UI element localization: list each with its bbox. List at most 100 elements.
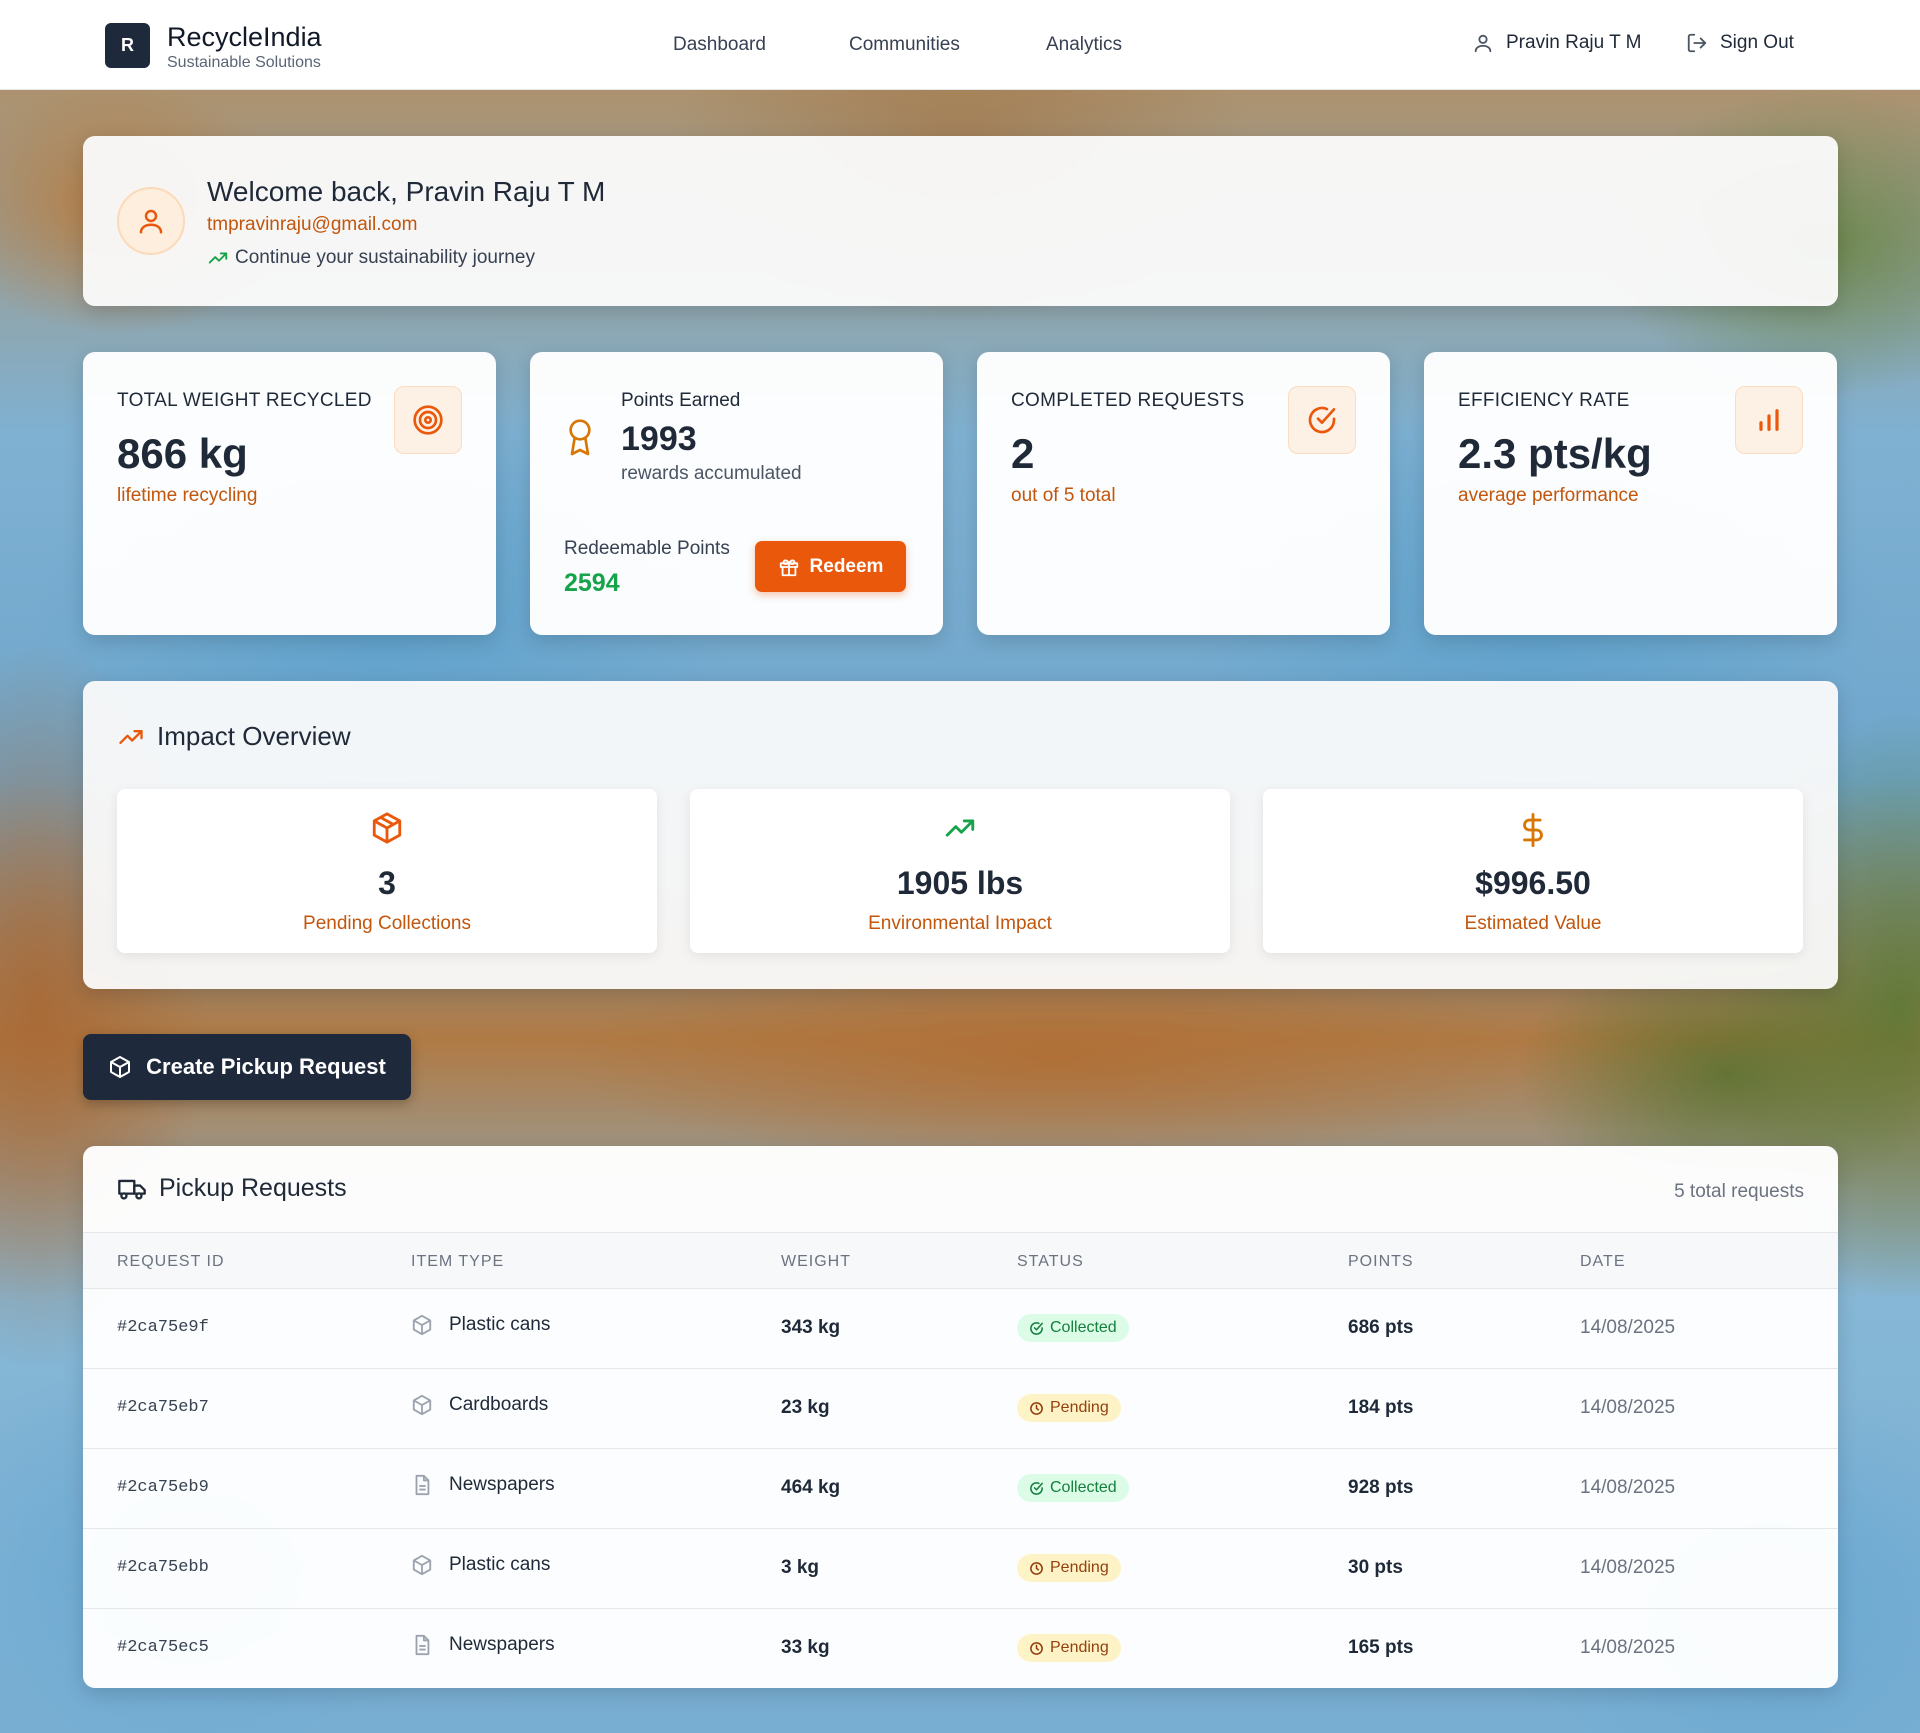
bar-chart-icon xyxy=(1735,386,1803,454)
trending-up-icon xyxy=(690,811,1230,845)
nav-dashboard[interactable]: Dashboard xyxy=(673,34,766,56)
trending-up-icon xyxy=(208,252,228,264)
impact-label: Estimated Value xyxy=(1464,913,1602,934)
check-circle-icon xyxy=(1030,1321,1043,1335)
document-icon xyxy=(415,1634,430,1656)
user-icon xyxy=(1474,34,1492,53)
column-header[interactable]: STATUS xyxy=(1017,1253,1084,1271)
redeem-label: Redeem xyxy=(809,555,884,577)
item-type: Cardboards xyxy=(411,1394,548,1416)
user-menu[interactable]: Pravin Raju T M xyxy=(1472,32,1642,54)
column-header[interactable]: DATE xyxy=(1580,1253,1625,1271)
date: 14/08/2025 xyxy=(1580,1477,1676,1498)
impact-heading: Impact Overview xyxy=(117,721,351,752)
points: 184 pts xyxy=(1348,1397,1414,1418)
request-id: #2ca75ec5 xyxy=(117,1638,209,1657)
package-icon xyxy=(412,1554,432,1576)
sign-out-button[interactable]: Sign Out xyxy=(1686,32,1794,54)
stat-card-completed: COMPLETED REQUESTS 2 out of 5 total xyxy=(977,352,1390,635)
impact-title: Impact Overview xyxy=(157,721,351,751)
clock-icon xyxy=(1030,1641,1043,1655)
date: 14/08/2025 xyxy=(1580,1397,1676,1418)
status-badge: Collected xyxy=(1017,1474,1129,1502)
item-type: Plastic cans xyxy=(411,1314,550,1336)
stat-sub: out of 5 total xyxy=(1011,485,1116,506)
item-type-label: Cardboards xyxy=(449,1394,549,1415)
create-button-label: Create Pickup Request xyxy=(146,1054,386,1079)
points-sub: rewards accumulated xyxy=(621,463,802,484)
item-type: Newspapers xyxy=(411,1474,555,1496)
date: 14/08/2025 xyxy=(1580,1637,1676,1658)
user-icon xyxy=(139,209,163,234)
points: 686 pts xyxy=(1348,1317,1414,1338)
item-type-label: Newspapers xyxy=(449,1474,555,1495)
column-header[interactable]: REQUEST ID xyxy=(117,1253,225,1271)
request-id: #2ca75e9f xyxy=(117,1318,209,1337)
impact-tile-environment: 1905 lbs Environmental Impact xyxy=(690,789,1230,953)
status-label: Collected xyxy=(1050,1479,1117,1496)
gift-icon xyxy=(779,559,798,576)
item-type-label: Plastic cans xyxy=(449,1554,551,1575)
journey-line: Continue your sustainability journey xyxy=(207,247,535,269)
status-label: Pending xyxy=(1050,1639,1109,1656)
table-row[interactable]: #2ca75ec5 Newspapers 33 kg Pending 165 p… xyxy=(83,1609,1838,1688)
weight: 343 kg xyxy=(781,1317,841,1338)
impact-value: 1905 lbs xyxy=(896,865,1024,901)
table-row[interactable]: #2ca75eb7 Cardboards 23 kg Pending 184 p… xyxy=(83,1369,1838,1449)
brand-name[interactable]: RecycleIndia xyxy=(167,22,322,53)
impact-value: 3 xyxy=(378,865,396,901)
stat-label: EFFICIENCY RATE xyxy=(1458,390,1630,411)
weight: 33 kg xyxy=(781,1637,830,1658)
package-icon xyxy=(117,811,657,845)
package-icon xyxy=(412,1394,432,1416)
journey-text: Continue your sustainability journey xyxy=(235,247,535,268)
impact-tile-pending: 3 Pending Collections xyxy=(117,789,657,953)
welcome-title: Welcome back, Pravin Raju T M xyxy=(207,176,606,207)
column-header[interactable]: WEIGHT xyxy=(781,1253,851,1271)
stat-value: 2.3 pts/kg xyxy=(1458,430,1652,477)
check-circle-icon xyxy=(1030,1481,1043,1495)
sign-out-icon xyxy=(1687,33,1707,53)
status-badge: Pending xyxy=(1017,1554,1121,1582)
table-row[interactable]: #2ca75eb9 Newspapers 464 kg Collected 92… xyxy=(83,1449,1838,1529)
redeemable-value: 2594 xyxy=(564,569,620,597)
weight: 464 kg xyxy=(781,1477,841,1498)
column-header[interactable]: ITEM TYPE xyxy=(411,1253,504,1271)
table-row[interactable]: #2ca75ebb Plastic cans 3 kg Pending 30 p… xyxy=(83,1529,1838,1609)
stat-label: COMPLETED REQUESTS xyxy=(1011,390,1245,411)
award-icon xyxy=(564,418,596,463)
requests-total: 5 total requests xyxy=(1674,1181,1804,1202)
impact-label: Environmental Impact xyxy=(868,913,1052,934)
trending-up-icon xyxy=(119,729,143,744)
stat-label: TOTAL WEIGHT RECYCLED xyxy=(117,390,372,411)
request-id: #2ca75eb9 xyxy=(117,1478,209,1497)
weight: 23 kg xyxy=(781,1397,830,1418)
brand-tagline: Sustainable Solutions xyxy=(167,54,321,71)
points: 30 pts xyxy=(1348,1557,1403,1578)
requests-heading: Pickup Requests xyxy=(117,1174,347,1203)
clock-icon xyxy=(1030,1401,1043,1415)
status-badge: Collected xyxy=(1017,1314,1129,1342)
impact-label: Pending Collections xyxy=(303,913,471,934)
nav-analytics[interactable]: Analytics xyxy=(1046,34,1122,56)
table-header: REQUEST ID ITEM TYPE WEIGHT STATUS POINT… xyxy=(83,1232,1838,1289)
create-pickup-request-button[interactable]: Create Pickup Request xyxy=(83,1034,411,1100)
impact-overview-card: Impact Overview 3 Pending Collections 19… xyxy=(83,681,1838,989)
stat-card-weight: TOTAL WEIGHT RECYCLED 866 kg lifetime re… xyxy=(83,352,496,635)
points-value: 1993 xyxy=(621,420,697,458)
redeem-button[interactable]: Redeem xyxy=(755,541,906,592)
item-type-label: Plastic cans xyxy=(449,1314,551,1335)
stat-card-points: Points Earned 1993 rewards accumulated R… xyxy=(530,352,943,635)
impact-tile-value: $996.50 Estimated Value xyxy=(1263,789,1803,953)
table-row[interactable]: #2ca75e9f Plastic cans 343 kg Collected … xyxy=(83,1289,1838,1369)
dollar-icon xyxy=(1263,811,1803,849)
clock-icon xyxy=(1030,1561,1043,1575)
status-label: Pending xyxy=(1050,1559,1109,1576)
logo-icon[interactable]: R xyxy=(105,23,150,68)
stat-sub: average performance xyxy=(1458,485,1639,506)
points: 165 pts xyxy=(1348,1637,1414,1658)
nav-communities[interactable]: Communities xyxy=(849,34,960,56)
column-header[interactable]: POINTS xyxy=(1348,1253,1414,1271)
item-type-label: Newspapers xyxy=(449,1634,555,1655)
user-name: Pravin Raju T M xyxy=(1506,32,1642,53)
